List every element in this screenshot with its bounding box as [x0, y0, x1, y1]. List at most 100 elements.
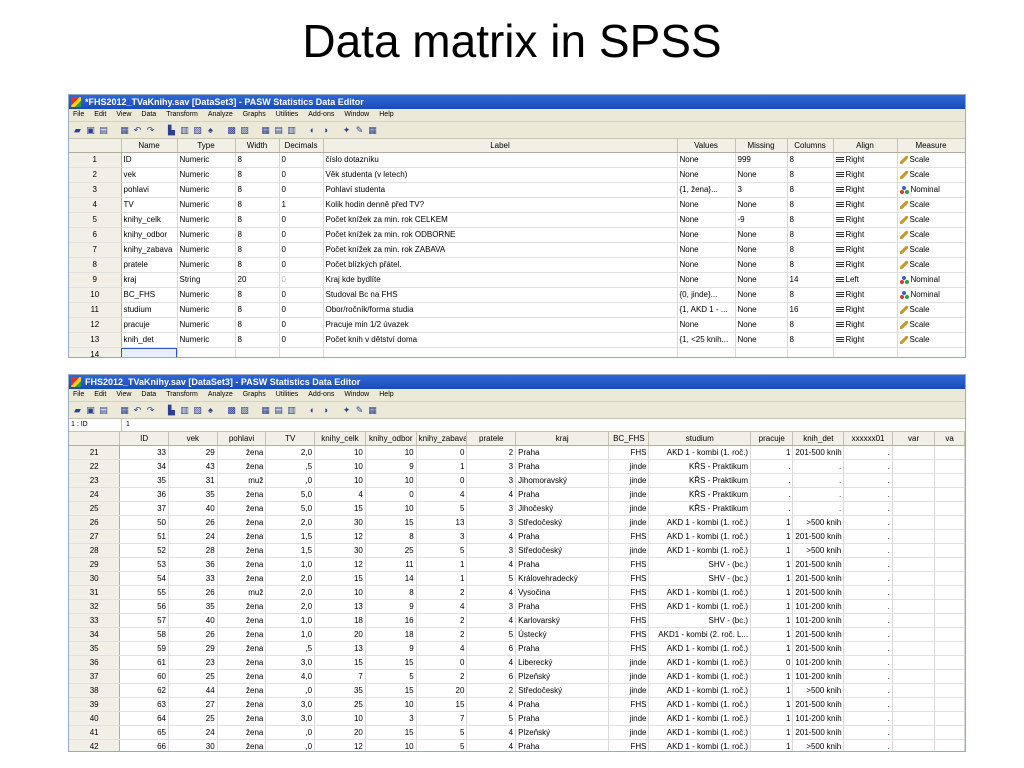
cell-kraj[interactable]: Jihočeský: [515, 501, 610, 516]
cell-va[interactable]: [934, 445, 965, 460]
cell-pohlavi[interactable]: žena: [217, 501, 267, 516]
cell-knihy-odbor[interactable]: 15: [365, 725, 417, 740]
cell-pratele[interactable]: 5: [466, 711, 517, 726]
cell-kraj[interactable]: Liberecký: [515, 655, 610, 670]
cell-pohlavi[interactable]: žena: [217, 627, 267, 642]
column-header-pracuje[interactable]: pracuje: [750, 432, 794, 446]
window-titlebar[interactable]: FHS2012_TVaKnihy.sav [DataSet3] - PASW S…: [69, 375, 965, 389]
cell-knih-det[interactable]: 101-200 knih: [792, 613, 845, 628]
cell-name[interactable]: vek: [121, 167, 178, 183]
menu-item-file[interactable]: File: [73, 389, 84, 401]
cell-cols[interactable]: 8: [787, 317, 834, 333]
cell-tv[interactable]: ,0: [265, 683, 316, 698]
row-number[interactable]: 3: [69, 182, 122, 198]
cell-knihy-zabava[interactable]: 5: [416, 739, 468, 751]
cell-knihy-zabava[interactable]: 13: [416, 515, 468, 530]
cell-knih-det[interactable]: >500 knih: [792, 683, 845, 698]
cell-values[interactable]: {1, <25 knih...: [677, 332, 736, 348]
column-header-knihy_zabava[interactable]: knihy_zabava: [416, 432, 468, 446]
cell-measure[interactable]: Scale: [897, 227, 965, 243]
cell-type[interactable]: Numeric: [177, 317, 236, 333]
cell-pracuje[interactable]: 1: [750, 627, 794, 642]
row-number[interactable]: 40: [69, 711, 121, 726]
cell-measure[interactable]: Scale: [897, 242, 965, 258]
cell-cols[interactable]: 8: [787, 152, 834, 168]
cell-kraj[interactable]: Ústecký: [515, 627, 610, 642]
cell-name[interactable]: knihy_celk: [121, 212, 178, 228]
cell-var[interactable]: [892, 613, 936, 628]
cell-pratele[interactable]: 6: [466, 641, 517, 656]
cell-dec[interactable]: 0: [279, 302, 324, 318]
row-number[interactable]: 33: [69, 613, 121, 628]
row-number[interactable]: 8: [69, 257, 122, 273]
cell-cols[interactable]: 16: [787, 302, 834, 318]
cell-knihy-odbor[interactable]: 9: [365, 459, 417, 474]
cell-pohlavi[interactable]: žena: [217, 445, 267, 460]
cell-pohlavi[interactable]: muž: [217, 585, 267, 600]
cell-studium[interactable]: KŘS - Praktikum: [648, 487, 752, 502]
cell-missing[interactable]: None: [735, 287, 788, 303]
cell-label[interactable]: Kraj kde bydlíte: [323, 272, 678, 288]
cell-var[interactable]: [892, 627, 936, 642]
cell-type[interactable]: Numeric: [177, 287, 236, 303]
cell-pracuje[interactable]: .: [750, 473, 794, 488]
split-file-icon[interactable]: ▦: [260, 405, 271, 416]
cell-knih-det[interactable]: 201-500 knih: [792, 725, 845, 740]
cell-id[interactable]: 61: [119, 655, 169, 670]
cell-align[interactable]: Right: [833, 287, 898, 303]
cell-va[interactable]: [934, 725, 965, 740]
cell-type[interactable]: Numeric: [177, 242, 236, 258]
cell-width[interactable]: 20: [235, 272, 280, 288]
cell-xxxxxx01[interactable]: .: [843, 669, 893, 684]
cell-label[interactable]: Počet knížek za min. rok ODBORNE: [323, 227, 678, 243]
cell-knihy-odbor[interactable]: 8: [365, 529, 417, 544]
find-icon[interactable]: ♠: [205, 405, 216, 416]
cell-missing[interactable]: None: [735, 227, 788, 243]
cell-var[interactable]: [892, 697, 936, 712]
cell-xxxxxx01[interactable]: .: [843, 683, 893, 698]
cell-cols[interactable]: 8: [787, 242, 834, 258]
cell-vek[interactable]: 40: [168, 613, 218, 628]
cell-width[interactable]: 8: [235, 242, 280, 258]
cell-pracuje[interactable]: 1: [750, 445, 794, 460]
insert-cases-icon[interactable]: ▩: [226, 125, 237, 136]
cell-measure[interactable]: Nominal: [897, 287, 965, 303]
cell-studium[interactable]: AKD 1 - kombi (1. roč.): [648, 641, 752, 656]
cell-knihy-odbor[interactable]: 8: [365, 585, 417, 600]
window-titlebar[interactable]: *FHS2012_TVaKnihy.sav [DataSet3] - PASW …: [69, 95, 965, 109]
menu-item-graphs[interactable]: Graphs: [243, 389, 266, 401]
cell-knihy-odbor[interactable]: 10: [365, 501, 417, 516]
cell-bc-fhs[interactable]: jinde: [608, 725, 650, 740]
cell-cols[interactable]: 8: [787, 332, 834, 348]
row-number[interactable]: 39: [69, 697, 121, 712]
cell-cols[interactable]: 8: [787, 287, 834, 303]
variables-icon[interactable]: ▧: [192, 125, 203, 136]
cell-tv[interactable]: ,5: [265, 459, 316, 474]
cell-knihy-zabava[interactable]: 2: [416, 627, 468, 642]
cell-align[interactable]: Right: [833, 152, 898, 168]
cell-bc-fhs[interactable]: FHS: [608, 599, 650, 614]
cell-knihy-celk[interactable]: 10: [314, 445, 366, 460]
cell-bc-fhs[interactable]: jinde: [608, 459, 650, 474]
cell-align[interactable]: Right: [833, 332, 898, 348]
cell-id[interactable]: 60: [119, 669, 169, 684]
cell-values[interactable]: None: [677, 152, 736, 168]
cell-var[interactable]: [892, 683, 936, 698]
cell-studium[interactable]: AKD 1 - kombi (1. roč.): [648, 515, 752, 530]
cell-bc-fhs[interactable]: jinde: [608, 683, 650, 698]
cell-measure[interactable]: Nominal: [897, 272, 965, 288]
row-number[interactable]: 21: [69, 445, 121, 460]
cell-missing[interactable]: 3: [735, 182, 788, 198]
cell-name[interactable]: knihy_odbor: [121, 227, 178, 243]
empty-cell[interactable]: [279, 347, 324, 357]
menu-item-edit[interactable]: Edit: [94, 389, 106, 401]
cell-pratele[interactable]: 3: [466, 543, 517, 558]
cell-bc-fhs[interactable]: FHS: [608, 641, 650, 656]
column-header-va[interactable]: va: [934, 432, 965, 446]
dialog-recall-icon[interactable]: ▦: [119, 125, 130, 136]
cell-bc-fhs[interactable]: FHS: [608, 627, 650, 642]
cell-pracuje[interactable]: 1: [750, 557, 794, 572]
cell-var[interactable]: [892, 557, 936, 572]
cell-pracuje[interactable]: 1: [750, 515, 794, 530]
cell-va[interactable]: [934, 711, 965, 726]
